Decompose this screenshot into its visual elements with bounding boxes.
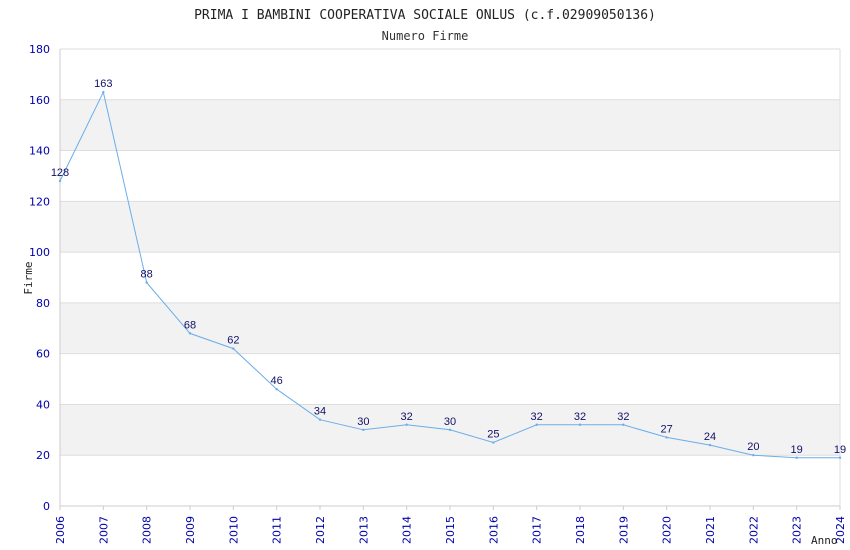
data-point: [275, 388, 278, 391]
data-point: [58, 179, 62, 183]
x-tick-label: 2012: [314, 516, 327, 544]
data-label: 163: [94, 78, 112, 90]
data-point: [318, 418, 322, 421]
data-label: 24: [704, 431, 716, 443]
x-tick-label: 2007: [97, 516, 110, 544]
x-tick-label: 2010: [227, 516, 240, 544]
y-tick-label: 160: [29, 94, 50, 107]
y-tick-label: 60: [36, 348, 50, 361]
x-tick-label: 2006: [54, 516, 67, 544]
data-label: 32: [617, 411, 629, 423]
data-point: [188, 332, 192, 335]
data-point: [752, 454, 755, 457]
data-point: [838, 456, 842, 459]
data-label: 30: [444, 416, 456, 428]
chart-subtitle: Numero Firme: [382, 29, 469, 43]
data-point: [232, 347, 235, 350]
data-point: [492, 441, 495, 444]
data-point: [795, 456, 798, 459]
data-label: 32: [401, 411, 413, 423]
x-tick-labels: 2006 2007 2008 2009 2010 2011 2012 2013 2014 2015…: [54, 516, 847, 544]
y-tick-label: 120: [29, 195, 50, 208]
grid-bands: [60, 99, 840, 456]
chart-title: PRIMA I BAMBINI COOPERATIVA SOCIALE ONLU…: [194, 8, 656, 23]
x-tick-label: 2008: [141, 516, 154, 544]
grid-band: [60, 99, 840, 151]
y-tick-label: 100: [29, 246, 50, 259]
grid-band: [60, 201, 840, 253]
y-tick-label: 180: [29, 43, 50, 56]
data-label: 46: [271, 375, 283, 387]
data-label: 88: [141, 269, 153, 281]
x-tick-label: 2014: [401, 516, 414, 544]
data-label: 32: [531, 411, 543, 423]
data-point: [622, 423, 625, 426]
data-label: 62: [227, 335, 239, 347]
x-tick-label: 2015: [444, 516, 457, 544]
data-point: [665, 436, 668, 439]
data-label: 30: [357, 416, 369, 428]
data-label: 27: [661, 423, 673, 435]
y-tick-label: 0: [43, 500, 50, 513]
grid-band: [60, 302, 840, 354]
data-point: [405, 423, 408, 426]
x-tick-label: 2022: [747, 516, 760, 544]
x-tick-label: 2019: [617, 516, 630, 544]
data-label: 19: [834, 444, 846, 456]
data-label: 32: [574, 411, 586, 423]
x-tick-label: 2021: [704, 516, 717, 544]
y-tick-label: 40: [36, 398, 50, 411]
data-label: 68: [184, 319, 196, 331]
data-label: 128: [51, 167, 69, 179]
data-point: [448, 428, 452, 432]
x-tick-label: 2017: [531, 516, 544, 544]
x-tick-label: 2023: [791, 516, 804, 544]
x-tick-label: 2011: [271, 516, 284, 544]
data-label: 25: [487, 429, 499, 441]
x-tick-label: 2020: [661, 516, 674, 544]
x-tick-label: 2016: [487, 516, 500, 544]
data-point: [578, 423, 582, 426]
x-axis-label: Anno: [811, 534, 838, 547]
y-tick-label: 80: [36, 297, 50, 310]
data-point: [535, 423, 538, 426]
x-tick-label: 2018: [574, 516, 587, 544]
x-tick-label: 2009: [184, 516, 197, 544]
data-point: [102, 90, 105, 94]
y-tick-label: 140: [29, 145, 50, 158]
data-point: [145, 281, 148, 284]
y-tick-label: 20: [36, 449, 50, 462]
data-label: 19: [791, 444, 803, 456]
data-label: 20: [747, 441, 759, 453]
data-point: [708, 443, 712, 447]
data-point: [362, 428, 365, 432]
line-chart: 020406080100120140160180 2006 2007 2008 200…: [22, 8, 847, 547]
y-axis-label: Firme: [22, 261, 35, 294]
data-label: 34: [314, 406, 326, 418]
x-tick-label: 2013: [357, 516, 370, 544]
